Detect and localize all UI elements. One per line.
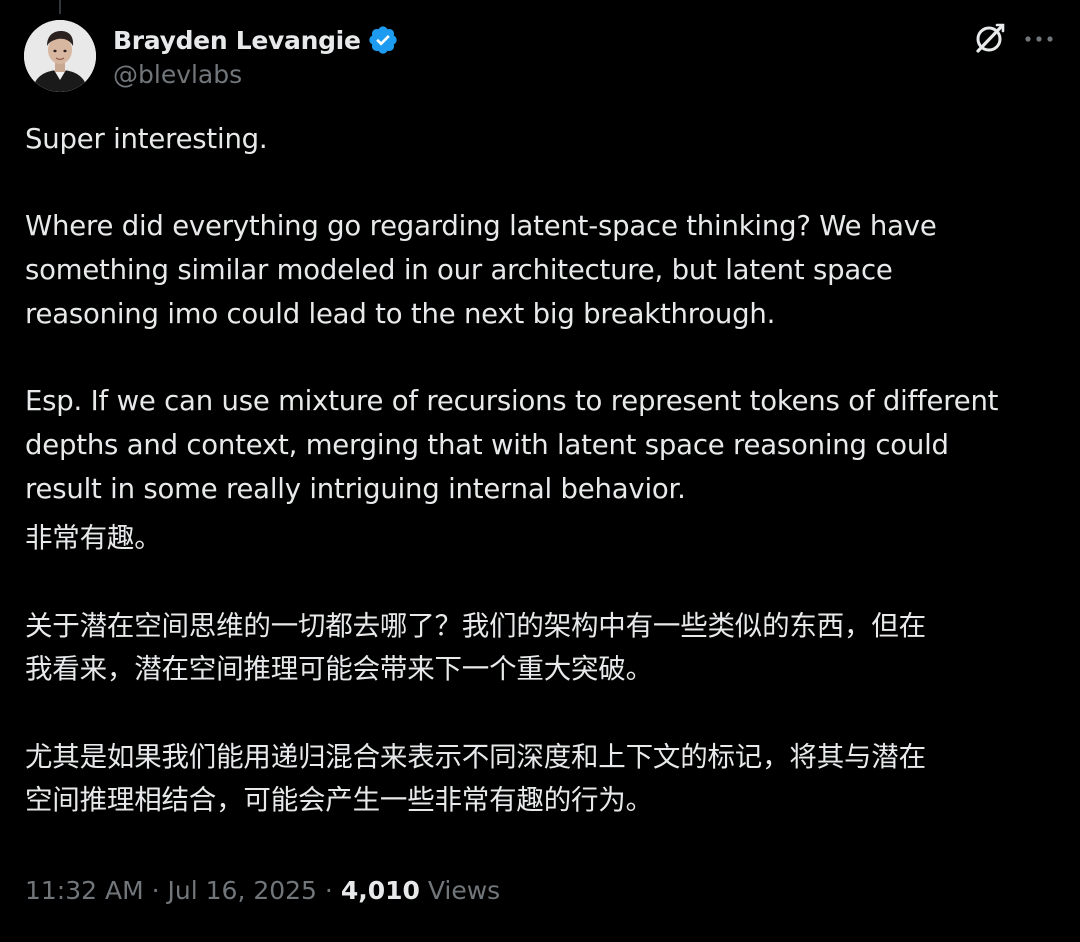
post-paragraph-6: 尤其是如果我们能用递归混合来表示不同深度和上下文的标记，将其与潜在 空间推理相结… bbox=[25, 740, 926, 817]
grok-icon[interactable] bbox=[972, 20, 1008, 56]
post-paragraph-4: 非常有趣。 bbox=[25, 522, 162, 555]
author-handle[interactable]: @blevlabs bbox=[113, 60, 399, 89]
thread-connector-line bbox=[59, 0, 61, 14]
author-names: Brayden Levangie @blevlabs bbox=[113, 22, 399, 89]
meta-separator: · bbox=[316, 876, 341, 905]
post-paragraph-3: Esp. If we can use mixture of recursions… bbox=[25, 385, 999, 505]
post-time[interactable]: 11:32 AM bbox=[25, 876, 144, 905]
avatar[interactable] bbox=[24, 20, 96, 92]
post-date[interactable]: Jul 16, 2025 bbox=[168, 876, 317, 905]
views-count[interactable]: 4,010 bbox=[341, 876, 420, 905]
verified-badge-icon[interactable] bbox=[367, 24, 399, 56]
views-label[interactable]: Views bbox=[428, 876, 500, 905]
display-name-row: Brayden Levangie bbox=[113, 22, 399, 58]
post-header: Brayden Levangie @blevlabs bbox=[24, 20, 1056, 96]
post-text: Super interesting. Where did everything … bbox=[25, 118, 1055, 823]
post-paragraph-2: Where did everything go regarding latent… bbox=[25, 210, 937, 330]
post-paragraph-5: 关于潜在空间思维的一切都去哪了？我们的架构中有一些类似的东西，但在 我看来，潜在… bbox=[25, 609, 926, 686]
avatar-photo bbox=[24, 20, 96, 92]
post-paragraph-1: Super interesting. bbox=[25, 123, 268, 155]
meta-separator: · bbox=[143, 876, 168, 905]
display-name[interactable]: Brayden Levangie bbox=[113, 26, 361, 55]
post-meta: 11:32 AM · Jul 16, 2025 · 4,010 Views bbox=[25, 876, 500, 905]
more-options-icon[interactable] bbox=[1024, 30, 1054, 42]
